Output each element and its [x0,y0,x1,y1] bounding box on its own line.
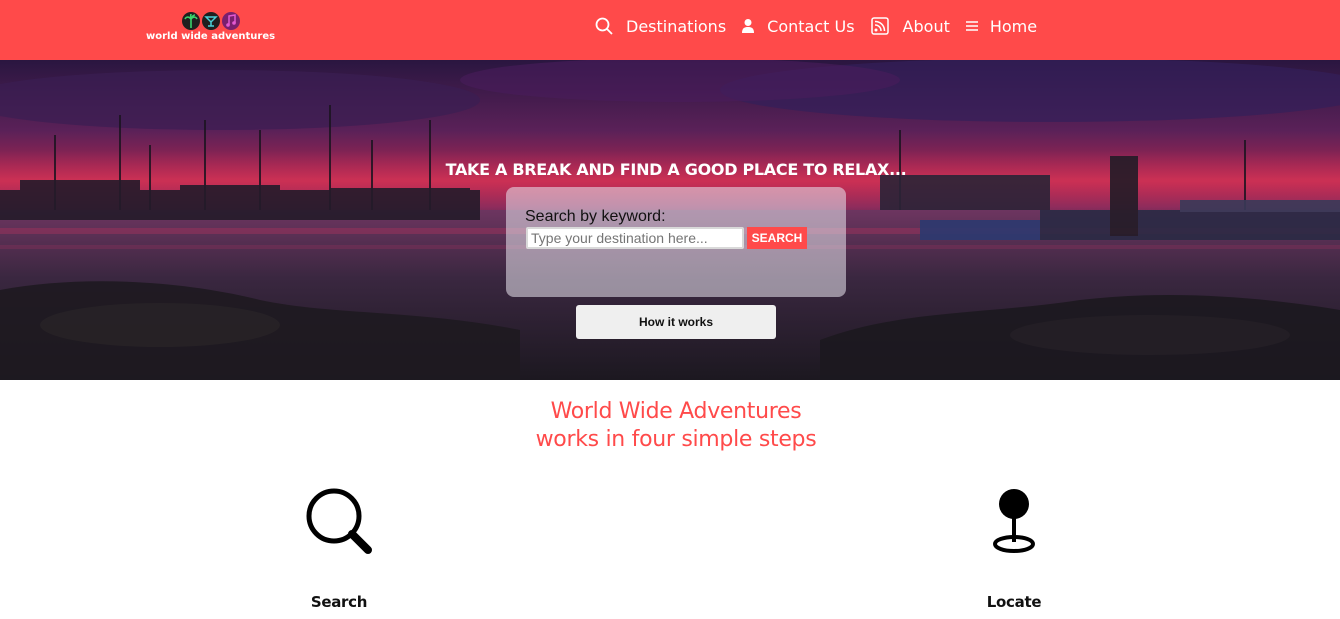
step-label-locate: Locate [986,593,1042,611]
nav-item-about[interactable]: About [870,16,950,36]
nav-label-home: Home [989,16,1038,36]
search-input[interactable] [526,227,744,249]
nav-item-destinations[interactable]: Destinations [594,16,726,36]
steps-heading: World Wide Adventures works in four simp… [0,398,1340,454]
step-label-search: Search [310,593,368,611]
nav-item-contact[interactable]: Contact Us [741,16,855,36]
search-panel: Search by keyword: SEARCH [506,187,846,297]
top-navbar: world wide adventures Destinations Conta… [0,0,1340,60]
logo-icons [182,12,240,30]
main-nav: Destinations Contact Us About Home [594,14,1052,38]
hero-banner: TAKE A BREAK AND FIND A GOOD PLACE TO RE… [0,60,1340,380]
site-logo[interactable]: world wide adventures [146,11,276,45]
step-search: Search [269,486,409,611]
magnifier-icon [306,488,372,554]
nav-label-about: About [902,16,950,36]
music-icon [222,12,240,30]
user-icon [741,16,755,36]
logo-wordmark: world wide adventures [146,31,276,42]
hero-tagline: TAKE A BREAK AND FIND A GOOD PLACE TO RE… [445,160,907,179]
steps-heading-line2: works in four simple steps [535,427,817,452]
palm-tree-icon [182,12,200,30]
search-button[interactable]: SEARCH [747,227,807,249]
how-it-works-button[interactable]: How it works [576,305,776,339]
menu-icon [965,16,979,36]
search-icon [594,16,614,36]
step-locate: Locate [944,486,1084,611]
steps-heading-line1: World Wide Adventures [550,399,802,424]
nav-label-destinations: Destinations [626,16,727,36]
search-label: Search by keyword: [525,208,666,225]
cocktail-icon [202,12,220,30]
rss-icon [870,16,890,36]
nav-label-contact: Contact Us [767,16,855,36]
nav-item-home[interactable]: Home [965,16,1037,36]
map-pin-icon [993,489,1035,553]
